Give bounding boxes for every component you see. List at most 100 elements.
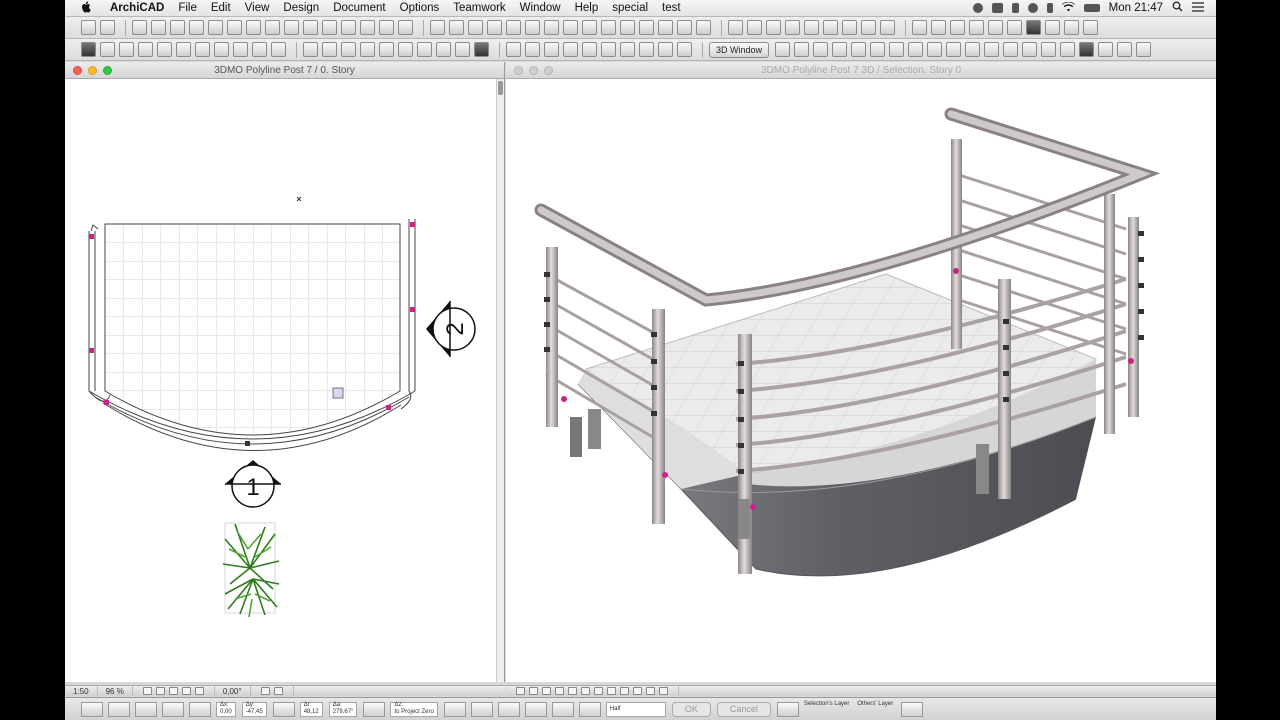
handrail[interactable] (534, 107, 1161, 307)
snap-point-icon[interactable] (578, 701, 601, 717)
orbit-icon[interactable] (775, 42, 791, 57)
object-tool-icon[interactable] (227, 20, 242, 35)
pan-icon[interactable] (168, 687, 178, 695)
send-backward-icon[interactable] (436, 42, 451, 57)
menu-test[interactable]: test (655, 2, 688, 14)
stretch-icon[interactable] (271, 42, 286, 57)
3d-next-icon[interactable] (594, 687, 603, 695)
align-left-icon[interactable] (303, 42, 318, 57)
interior-elevation-tool-icon[interactable] (639, 20, 654, 35)
minimize-icon[interactable] (529, 66, 538, 75)
display-order-icon[interactable] (398, 42, 413, 57)
dimension-tool-icon[interactable] (430, 20, 445, 35)
grid-snap-icon[interactable] (524, 701, 547, 717)
plant-object[interactable] (222, 522, 280, 618)
wall-tool-icon[interactable] (132, 20, 147, 35)
3d-orbit-icon[interactable] (555, 687, 564, 695)
walk-icon[interactable] (794, 42, 810, 57)
3d-previous-icon[interactable] (581, 687, 590, 695)
menu-file[interactable]: File (171, 2, 204, 14)
delta-r-field[interactable]: Δr: 48,12 (299, 701, 323, 717)
menu-edit[interactable]: Edit (204, 2, 238, 14)
cutaway-icon[interactable] (889, 42, 905, 57)
change-tool-icon[interactable] (880, 20, 895, 35)
render-icon[interactable] (927, 42, 943, 57)
morph-tool-icon[interactable] (398, 20, 413, 35)
shading-icon[interactable] (946, 42, 962, 57)
scale-field[interactable]: 1:50 (65, 686, 98, 696)
section-box-icon[interactable] (908, 42, 924, 57)
display-icon[interactable] (991, 3, 1003, 13)
elevation-marker-2[interactable]: 2 (426, 301, 476, 357)
bring-to-front-icon[interactable] (455, 42, 470, 57)
ok-button[interactable]: OK (671, 701, 711, 717)
menu-design[interactable]: Design (276, 2, 326, 14)
surface-icon[interactable] (1041, 42, 1057, 57)
window-tool-icon[interactable] (189, 20, 204, 35)
notification-center-icon[interactable] (1192, 1, 1204, 15)
shell-tool-icon[interactable] (303, 20, 318, 35)
3d-style-icon[interactable] (646, 687, 655, 695)
radial-dimension-tool-icon[interactable] (728, 20, 743, 35)
zone-tool-icon[interactable] (341, 20, 356, 35)
curtain-wall-tool-icon[interactable] (360, 20, 375, 35)
resize-icon[interactable] (252, 42, 267, 57)
sun-icon[interactable] (965, 42, 981, 57)
menubar-clock[interactable]: Mon 21:47 (1109, 2, 1163, 14)
railing-tool-icon[interactable] (861, 20, 876, 35)
door-tool-icon[interactable] (208, 20, 223, 35)
publish-icon[interactable] (1064, 20, 1079, 35)
menu-teamwork[interactable]: Teamwork (446, 2, 512, 14)
notification-icon[interactable] (1011, 3, 1019, 13)
zoom-icon[interactable] (851, 42, 867, 57)
ungroup-icon[interactable] (100, 42, 115, 57)
drawing-tool-icon[interactable] (582, 20, 597, 35)
unlock-icon[interactable] (157, 42, 172, 57)
plan-vertical-scrollbar[interactable] (496, 79, 504, 682)
fly-icon[interactable] (813, 42, 829, 57)
3d-pan-icon[interactable] (542, 687, 551, 695)
paste-icon[interactable] (969, 20, 984, 35)
3d-zoom-out-icon[interactable] (529, 687, 538, 695)
bluetooth-icon[interactable] (1046, 3, 1053, 13)
skylight-tool-icon[interactable] (842, 20, 857, 35)
view-options-icon[interactable] (260, 687, 270, 695)
settings-icon[interactable] (1083, 20, 1098, 35)
explode-icon[interactable] (506, 42, 521, 57)
3d-view-canvas[interactable] (506, 79, 1216, 682)
hotspot-tool-icon[interactable] (696, 20, 711, 35)
worksheet-tool-icon[interactable] (658, 20, 673, 35)
record-icon[interactable] (972, 3, 983, 13)
menu-view[interactable]: View (238, 2, 277, 14)
menu-app-archicad[interactable]: ArchiCAD (103, 2, 171, 14)
elevation-marker-1[interactable]: 1 (225, 460, 281, 508)
cancel-input-icon[interactable] (81, 701, 103, 717)
selection-layer-control[interactable]: Selection's Layer (804, 701, 850, 718)
3d-filter-icon[interactable] (659, 687, 668, 695)
copy-icon[interactable] (950, 20, 965, 35)
intersect-icon[interactable] (563, 42, 578, 57)
fit-in-window-icon[interactable] (181, 687, 191, 695)
refresh-icon[interactable] (901, 701, 924, 717)
apple-menu-icon[interactable] (81, 0, 93, 16)
text-tool-icon[interactable] (468, 20, 483, 35)
circle-tool-icon[interactable] (747, 20, 762, 35)
others-layer-control[interactable]: Others' Layer (857, 701, 893, 718)
zoom-field[interactable]: 96 % (98, 686, 133, 696)
relative-construction-icon[interactable] (108, 701, 130, 717)
stair-tool-icon[interactable] (379, 20, 394, 35)
magnet-icon[interactable] (620, 42, 635, 57)
view-map-icon[interactable] (1117, 42, 1133, 57)
snap-line-icon[interactable] (443, 701, 466, 717)
delta-y-field[interactable]: Δy: -47,45 (241, 701, 267, 717)
drag-icon[interactable] (176, 42, 191, 57)
distribute-icon[interactable] (360, 42, 375, 57)
organizer-icon[interactable] (1098, 42, 1114, 57)
slab-tool-icon[interactable] (265, 20, 280, 35)
slab-plan[interactable] (104, 223, 401, 436)
rotate-icon[interactable] (195, 42, 210, 57)
gravity-icon[interactable] (1007, 20, 1022, 35)
figure-tool-icon[interactable] (785, 20, 800, 35)
shadow-icon[interactable] (984, 42, 1000, 57)
intersection-icon[interactable] (497, 701, 520, 717)
